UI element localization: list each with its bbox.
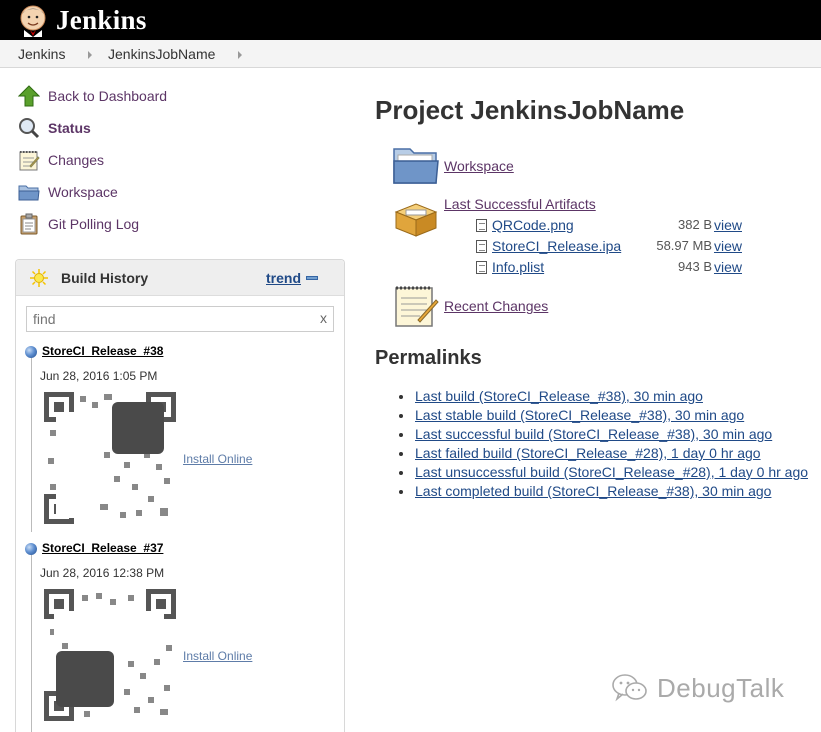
build-link[interactable]: StoreCI_Release_#37 — [42, 541, 163, 555]
artifact-row: QRCode.png 382 B view — [476, 217, 746, 235]
sidebar-item-back-to-dashboard[interactable]: Back to Dashboard — [18, 84, 167, 108]
artifact-view-link[interactable]: view — [714, 238, 742, 254]
sidebar-item-label: Status — [48, 120, 91, 136]
watermark: DebugTalk — [611, 672, 784, 704]
sidebar-item-workspace[interactable]: Workspace — [18, 180, 118, 204]
list-item: Last unsuccessful build (StoreCI_Release… — [399, 464, 808, 483]
sidebar-item-changes[interactable]: Changes — [18, 148, 104, 172]
artifact-link[interactable]: QRCode.png — [492, 217, 574, 233]
build-history-header: Build History trend — [16, 260, 344, 296]
recent-changes-link[interactable]: Recent Changes — [444, 298, 548, 314]
sidebar-item-git-polling-log[interactable]: Git Polling Log — [18, 212, 139, 236]
page-title: Project JenkinsJobName — [375, 95, 685, 125]
list-item: Last stable build (StoreCI_Release_#38),… — [399, 407, 808, 426]
permalink-last-stable-build[interactable]: Last stable build (StoreCI_Release_#38),… — [415, 407, 744, 423]
artifact-link[interactable]: StoreCI_Release.ipa — [492, 238, 621, 254]
install-online-link[interactable]: Install Online — [183, 649, 252, 663]
build-search-field[interactable]: x — [26, 306, 334, 332]
permalink-last-completed-build[interactable]: Last completed build (StoreCI_Release_#3… — [415, 483, 771, 499]
workspace-link[interactable]: Workspace — [444, 158, 514, 174]
recent-changes-notepad-icon[interactable] — [392, 284, 440, 328]
wechat-icon — [612, 674, 647, 702]
breadcrumb-separator-icon[interactable] — [238, 51, 242, 59]
qr-code-image — [44, 392, 176, 524]
sun-icon — [30, 269, 48, 287]
breadcrumb: Jenkins JenkinsJobName — [0, 40, 821, 68]
sidebar-item-label: Back to Dashboard — [48, 88, 168, 104]
breadcrumb-separator-icon[interactable] — [88, 51, 92, 59]
artifact-size: 58.97 MB — [656, 238, 712, 253]
breadcrumb-jenkins[interactable]: Jenkins — [18, 46, 65, 62]
artifact-row: Info.plist 943 B view — [476, 259, 746, 277]
brand-name: Jenkins — [56, 4, 147, 35]
list-item: Last failed build (StoreCI_Release_#28),… — [399, 445, 808, 464]
last-successful-artifacts-link[interactable]: Last Successful Artifacts — [444, 196, 596, 212]
artifact-size: 382 B — [678, 217, 712, 232]
permalink-last-failed-build[interactable]: Last failed build (StoreCI_Release_#28),… — [415, 445, 761, 461]
artifacts-box-icon[interactable] — [392, 196, 440, 240]
collapse-icon[interactable] — [306, 276, 318, 280]
clear-search-icon[interactable]: x — [320, 310, 327, 326]
install-online-link[interactable]: Install Online — [183, 452, 252, 466]
permalink-last-build[interactable]: Last build (StoreCI_Release_#38), 30 min… — [415, 388, 703, 404]
sidebar-item-label: Workspace — [48, 184, 118, 200]
artifact-view-link[interactable]: view — [714, 217, 742, 233]
file-icon — [476, 261, 487, 274]
top-header: Jenkins — [0, 0, 821, 40]
watermark-text: DebugTalk — [657, 672, 785, 703]
build-search-input[interactable] — [27, 307, 297, 331]
notepad-icon — [19, 151, 40, 171]
permalinks-list: Last build (StoreCI_Release_#38), 30 min… — [399, 388, 808, 502]
artifact-link[interactable]: Info.plist — [492, 259, 544, 275]
file-icon — [476, 219, 487, 232]
build-link[interactable]: StoreCI_Release_#38 — [42, 344, 163, 358]
permalinks-title: Permalinks — [375, 347, 482, 369]
build-history-panel: Build History trend x StoreCI_Release_#3… — [15, 259, 345, 732]
list-item: Last completed build (StoreCI_Release_#3… — [399, 483, 808, 502]
breadcrumb-job[interactable]: JenkinsJobName — [108, 46, 215, 62]
timeline-line — [31, 354, 32, 532]
sidebar-item-label: Git Polling Log — [48, 216, 140, 232]
up-arrow-icon — [18, 85, 40, 107]
jenkins-butler-icon — [20, 5, 46, 37]
timeline-line — [31, 552, 32, 732]
file-icon — [476, 240, 487, 253]
artifact-view-link[interactable]: view — [714, 259, 742, 275]
build-date: Jun 28, 2016 1:05 PM — [40, 369, 158, 383]
sidebar-item-label: Changes — [48, 152, 105, 168]
list-item: Last successful build (StoreCI_Release_#… — [399, 426, 808, 445]
permalink-last-successful-build[interactable]: Last successful build (StoreCI_Release_#… — [415, 426, 772, 442]
build-history-title: Build History — [61, 270, 149, 286]
magnifier-icon — [19, 118, 40, 139]
artifact-size: 943 B — [678, 259, 712, 274]
build-date: Jun 28, 2016 12:38 PM — [40, 566, 165, 580]
qr-code-image — [44, 589, 176, 721]
artifact-row: StoreCI_Release.ipa 58.97 MB view — [476, 238, 746, 256]
build-status-ball-icon — [25, 346, 37, 358]
permalink-last-unsuccessful-build[interactable]: Last unsuccessful build (StoreCI_Release… — [415, 464, 808, 480]
folder-icon — [18, 185, 40, 201]
build-status-ball-icon — [25, 543, 37, 555]
clipboard-icon — [20, 213, 38, 235]
sidebar-item-status[interactable]: Status — [18, 116, 91, 140]
jenkins-logo[interactable]: Jenkins — [16, 3, 147, 37]
workspace-folder-icon[interactable] — [392, 143, 440, 187]
trend-link[interactable]: trend — [266, 270, 301, 286]
list-item: Last build (StoreCI_Release_#38), 30 min… — [399, 388, 808, 407]
